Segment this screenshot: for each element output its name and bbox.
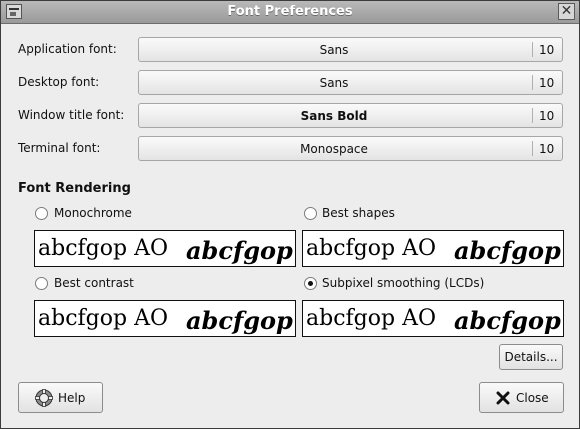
font-name: Sans Bold (300, 109, 368, 123)
separator (532, 42, 533, 57)
preview-normal-text: abcfgop AO (38, 236, 168, 261)
font-rendering-heading: Font Rendering (18, 181, 131, 196)
subpixel-smoothing-preview: abcfgop AO abcfgop (302, 300, 564, 337)
application-font-button[interactable]: Sans 10 (138, 37, 563, 62)
desktop-font-button[interactable]: Sans 10 (138, 70, 563, 95)
separator (532, 141, 533, 156)
window-title-font-button[interactable]: Sans Bold 10 (138, 103, 563, 128)
best-shapes-preview: abcfgop AO abcfgop (302, 230, 564, 267)
font-size: 10 (539, 109, 555, 123)
preview-italic-text: abcfgop (454, 306, 561, 335)
help-button[interactable]: Help (18, 382, 103, 413)
close-label: Close (516, 391, 549, 405)
best-shapes-radio[interactable] (304, 207, 317, 220)
help-label: Help (58, 391, 86, 405)
desktop-font-label: Desktop font: (18, 75, 100, 89)
font-preferences-window: Font Preferences ✕ Application font: San… (0, 0, 580, 429)
font-size: 10 (539, 142, 555, 156)
best-contrast-preview: abcfgop AO abcfgop (34, 300, 296, 337)
terminal-font-button[interactable]: Monospace 10 (138, 136, 563, 161)
subpixel-smoothing-radio[interactable] (304, 277, 317, 290)
close-button[interactable]: Close (479, 382, 564, 413)
preview-normal-text: abcfgop AO (38, 306, 168, 331)
monochrome-label[interactable]: Monochrome (54, 206, 132, 220)
terminal-font-label: Terminal font: (18, 141, 101, 155)
separator (532, 75, 533, 90)
font-name: Monospace (300, 142, 368, 156)
preview-normal-text: abcfgop AO (306, 306, 436, 331)
preview-normal-text: abcfgop AO (306, 236, 436, 261)
separator (532, 108, 533, 123)
details-button[interactable]: Details... (499, 344, 563, 370)
title-bar[interactable]: Font Preferences ✕ (1, 1, 579, 24)
details-label: Details... (504, 350, 558, 364)
window-title-font-label: Window title font: (18, 108, 125, 122)
best-contrast-label[interactable]: Best contrast (54, 276, 134, 290)
preview-italic-text: abcfgop (186, 236, 293, 265)
monochrome-preview: abcfgop AO abcfgop (34, 230, 296, 267)
subpixel-smoothing-label[interactable]: Subpixel smoothing (LCDs) (322, 276, 484, 290)
monochrome-radio[interactable] (35, 207, 48, 220)
preview-italic-text: abcfgop (186, 306, 293, 335)
best-shapes-label[interactable]: Best shapes (322, 206, 395, 220)
help-icon (35, 389, 53, 407)
font-name: Sans (319, 43, 349, 57)
preview-italic-text: abcfgop (454, 236, 561, 265)
font-name: Sans (319, 76, 349, 90)
application-font-label: Application font: (18, 42, 117, 56)
best-contrast-radio[interactable] (35, 277, 48, 290)
font-size: 10 (539, 43, 555, 57)
window-close-icon[interactable]: ✕ (558, 3, 575, 20)
window-title: Font Preferences (227, 4, 353, 19)
close-icon (496, 391, 510, 405)
font-size: 10 (539, 76, 555, 90)
